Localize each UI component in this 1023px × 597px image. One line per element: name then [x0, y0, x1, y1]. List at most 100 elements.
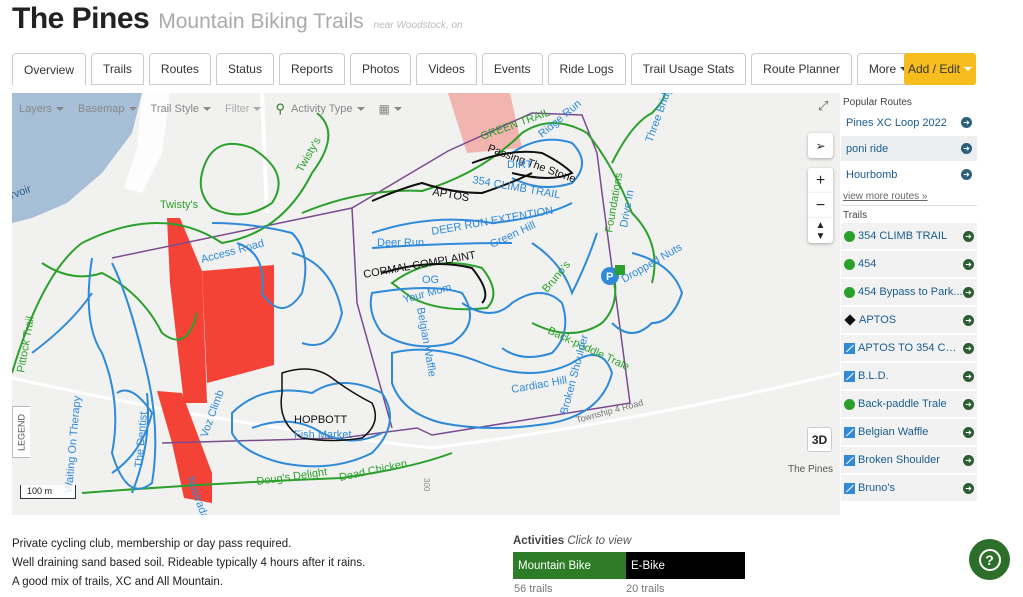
chevron-down-icon: [964, 67, 973, 71]
location-note: near Woodstock, on: [373, 20, 463, 31]
activities-hint: Click to view: [567, 535, 632, 547]
arrow-right-icon: ➜: [963, 258, 974, 270]
trail-style-menu[interactable]: Trail Style: [151, 103, 212, 115]
trail-item[interactable]: Broken Shoulder ➜: [841, 447, 977, 475]
legend-tab[interactable]: LEGEND: [12, 406, 30, 458]
map-canvas[interactable]: P ervoir Twisty's Twisty's Access Road A…: [12, 93, 840, 515]
view-more-routes-link[interactable]: view more routes »: [841, 188, 977, 206]
aptos-label: APTOS: [431, 186, 470, 204]
green-circle-icon: [844, 258, 855, 270]
arrow-right-icon: ➜: [963, 426, 974, 438]
description-line: A good mix of trails, XC and All Mountai…: [12, 576, 223, 588]
three-bridges-label: Three Bridges: [644, 93, 679, 144]
arrow-right-icon: ➜: [961, 117, 972, 128]
trail-name: 354 CLIMB TRAIL: [858, 230, 948, 242]
add-edit-button[interactable]: Add / Edit: [904, 53, 976, 85]
description-line: Private cycling club, membership or day …: [12, 538, 292, 550]
arrow-right-icon: ➜: [963, 398, 974, 410]
arrow-right-icon: ➜: [963, 370, 974, 382]
trail-item[interactable]: Belgian Waffle ➜: [841, 419, 977, 447]
3d-button[interactable]: 3D: [807, 427, 832, 452]
road-300-label: 300: [422, 478, 431, 492]
svg-text:P: P: [606, 271, 613, 283]
trail-item[interactable]: B.L.D. ➜: [841, 363, 977, 391]
blue-square-icon: [844, 426, 855, 438]
trail-item[interactable]: APTOS TO 354 CO... ➜: [841, 335, 977, 363]
twistys-label: Twisty's: [160, 199, 199, 211]
zoom-in-button[interactable]: +: [808, 168, 833, 193]
trail-item[interactable]: 454 ➜: [841, 251, 977, 279]
add-edit-label: Add / Edit: [907, 62, 961, 76]
tab-overview[interactable]: Overview: [12, 53, 87, 86]
tab-ride-logs[interactable]: Ride Logs: [547, 53, 626, 85]
route-item[interactable]: poni ride ➜: [841, 136, 977, 162]
tab-routes[interactable]: Routes: [148, 53, 211, 85]
route-item[interactable]: Pines XC Loop 2022 ➜: [841, 110, 977, 136]
zoom-out-button[interactable]: −: [808, 193, 833, 218]
mountain-bike-activity[interactable]: Mountain Bike: [513, 552, 626, 579]
help-button[interactable]: ?: [969, 539, 1010, 580]
tab-trails[interactable]: Trails: [91, 53, 144, 85]
e-bike-activity[interactable]: E-Bike: [626, 552, 745, 579]
trail-item[interactable]: Back-paddle Trale ➜: [841, 391, 977, 419]
black-diamond-icon: [844, 314, 856, 326]
trail-item[interactable]: Bruno's ➜: [841, 475, 977, 503]
map-toolbar: Layers Basemap Trail Style Filter ⚲ Activ…: [19, 101, 402, 117]
trail-item[interactable]: 354 CLIMB TRAIL ➜: [841, 223, 977, 251]
tab-photos[interactable]: Photos: [350, 53, 412, 85]
arrow-right-icon: ➜: [963, 342, 974, 354]
tab-reports[interactable]: Reports: [278, 53, 345, 85]
blue-square-icon: [844, 342, 855, 354]
route-name: Hourbomb: [846, 168, 898, 181]
trail-style-label: Trail Style: [150, 103, 200, 115]
page-header: The Pines Mountain Biking Trails near Wo…: [12, 2, 463, 42]
tab-events[interactable]: Events: [481, 53, 543, 85]
route-name: Pines XC Loop 2022: [846, 116, 947, 129]
tab-route-planner[interactable]: Route Planner: [751, 53, 852, 85]
layers-menu[interactable]: Layers: [19, 103, 65, 115]
deer-run-label: Deer Run: [377, 237, 424, 249]
page-title: The Pines: [12, 2, 150, 35]
tab-trail-usage-stats[interactable]: Trail Usage Stats: [630, 53, 747, 85]
hopbott-label: HOPBOTT: [294, 414, 347, 426]
compass-button[interactable]: ▲ ▼: [808, 218, 833, 243]
filter-menu[interactable]: Filter: [225, 103, 262, 115]
trail-name: Bruno's: [858, 482, 895, 494]
arrow-right-icon: ➜: [963, 454, 974, 466]
trail-map[interactable]: P ervoir Twisty's Twisty's Access Road A…: [12, 93, 840, 515]
blue-square-icon: [844, 370, 855, 382]
tab-videos[interactable]: Videos: [416, 53, 477, 85]
trail-item[interactable]: 454 Bypass to Park... ➜: [841, 279, 977, 307]
fish-market-label: Fish Market: [294, 429, 351, 441]
cardiac-hill-label: Cardiac Hill: [510, 374, 567, 396]
area-description: Private cycling club, membership or day …: [12, 535, 365, 592]
activities-bar: Mountain Bike E-Bike: [513, 552, 748, 579]
tab-more-label: More: [868, 62, 897, 76]
twistys-label-2: Twisty's: [294, 135, 324, 174]
activity-type-label: Activity Type: [291, 103, 353, 115]
dougs-delight-label: Doug's Delight: [256, 466, 328, 488]
activity-counts: 56 trails 20 trails: [513, 583, 748, 595]
sidebar: Popular Routes Pines XC Loop 2022 ➜ poni …: [841, 93, 977, 515]
trail-name: Belgian Waffle: [858, 426, 929, 438]
activity-type-menu[interactable]: ⚲ Activity Type: [275, 101, 365, 117]
tab-status[interactable]: Status: [215, 53, 274, 85]
activities-title: Activities: [513, 535, 565, 547]
fullscreen-icon[interactable]: ⤢: [818, 98, 828, 114]
green-circle-icon: [844, 398, 855, 410]
arrow-right-icon: ➜: [963, 314, 974, 326]
map-icon: ▦: [378, 102, 390, 116]
trail-item[interactable]: APTOS ➜: [841, 307, 977, 335]
trail-name: 454 Bypass to Park...: [858, 286, 963, 298]
route-item[interactable]: Hourbomb ➜: [841, 162, 977, 188]
back-paddle-label: Back-paddle Trale: [546, 325, 631, 373]
area-label: The Pines: [788, 464, 834, 475]
trail-name: 454: [858, 258, 877, 270]
tab-bar: Overview Trails Routes Status Reports Ph…: [12, 53, 925, 86]
arrow-right-icon: ➜: [963, 482, 974, 494]
map-style-menu[interactable]: ▦: [379, 102, 402, 116]
arrow-right-icon: ➜: [961, 143, 972, 154]
locate-button[interactable]: ➢: [808, 133, 833, 158]
basemap-menu[interactable]: Basemap: [78, 103, 137, 115]
location-arrow-icon: ➢: [815, 138, 826, 153]
